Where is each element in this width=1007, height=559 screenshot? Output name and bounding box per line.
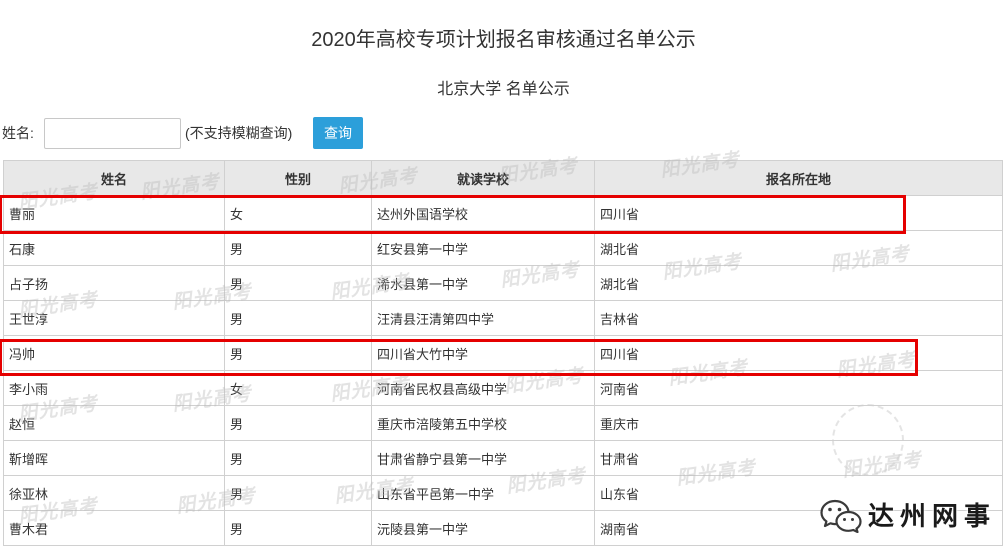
cell-name: 李小雨	[3, 370, 225, 406]
page-title: 2020年高校专项计划报名审核通过名单公示	[311, 29, 696, 51]
cell-gender: 男	[224, 405, 372, 441]
cell-school: 汪清县汪清第四中学	[371, 300, 595, 336]
cell-name: 冯帅	[3, 335, 225, 371]
cell-school: 达州外国语学校	[371, 195, 595, 231]
cell-school: 红安县第一中学	[371, 230, 595, 266]
cell-region: 四川省	[594, 335, 1003, 371]
cell-name: 靳增晖	[3, 440, 225, 476]
header-row: 姓名 性别 就读学校 报名所在地	[3, 160, 1003, 196]
search-hint: (不支持模糊查询)	[185, 125, 293, 141]
cell-region: 甘肃省	[594, 440, 1003, 476]
cell-gender: 男	[224, 300, 372, 336]
table-row: 靳增晖 男 甘肃省静宁县第一中学 甘肃省	[3, 440, 1003, 476]
search-button[interactable]: 查询	[313, 117, 363, 149]
cell-region: 吉林省	[594, 300, 1003, 336]
table-row: 冯帅 男 四川省大竹中学 四川省	[3, 335, 1003, 371]
cell-gender: 男	[224, 440, 372, 476]
cell-region: 重庆市	[594, 405, 1003, 441]
cell-name: 曹木君	[3, 510, 225, 546]
cell-name: 赵恒	[3, 405, 225, 441]
table-body: 曹丽 女 达州外国语学校 四川省 石康 男 红安县第一中学 湖北省 占子扬 男 …	[3, 195, 1003, 546]
cell-school: 山东省平邑第一中学	[371, 475, 595, 511]
cell-name: 占子扬	[3, 265, 225, 301]
cell-gender: 女	[224, 370, 372, 406]
table-row: 李小雨 女 河南省民权县高级中学 河南省	[3, 370, 1003, 406]
cell-school: 四川省大竹中学	[371, 335, 595, 371]
cell-gender: 男	[224, 265, 372, 301]
cell-name: 王世淳	[3, 300, 225, 336]
cell-region: 四川省	[594, 195, 1003, 231]
roster-table: 姓名 性别 就读学校 报名所在地 曹丽 女 达州外国语学校 四川省 石康 男 红…	[3, 160, 1003, 546]
cell-gender: 男	[224, 475, 372, 511]
account-name: 达州网事	[868, 501, 997, 531]
cell-school: 河南省民权县高级中学	[371, 370, 595, 406]
cell-gender: 男	[224, 335, 372, 371]
table-row: 王世淳 男 汪清县汪清第四中学 吉林省	[3, 300, 1003, 336]
table-header: 姓名 性别 就读学校 报名所在地	[3, 160, 1003, 196]
page-subtitle: 北京大学 名单公示	[437, 81, 570, 98]
table-row: 赵恒 男 重庆市涪陵第五中学校 重庆市	[3, 405, 1003, 441]
cell-region: 湖北省	[594, 230, 1003, 266]
cell-gender: 女	[224, 195, 372, 231]
cell-name: 徐亚林	[3, 475, 225, 511]
cell-school: 重庆市涪陵第五中学校	[371, 405, 595, 441]
name-search-input[interactable]	[44, 118, 181, 149]
cell-gender: 男	[224, 230, 372, 266]
cell-school: 甘肃省静宁县第一中学	[371, 440, 595, 476]
cell-name: 曹丽	[3, 195, 225, 231]
cell-name: 石康	[3, 230, 225, 266]
name-label: 姓名:	[2, 125, 34, 141]
cell-region: 河南省	[594, 370, 1003, 406]
cell-gender: 男	[224, 510, 372, 546]
table-row: 曹丽 女 达州外国语学校 四川省	[3, 195, 1003, 231]
cell-school: 浠水县第一中学	[371, 265, 595, 301]
header-gender: 性别	[224, 160, 372, 196]
table-row: 石康 男 红安县第一中学 湖北省	[3, 230, 1003, 266]
header-region: 报名所在地	[594, 160, 1003, 196]
table-row: 占子扬 男 浠水县第一中学 湖北省	[3, 265, 1003, 301]
wechat-icon	[820, 499, 862, 534]
cell-region: 湖北省	[594, 265, 1003, 301]
header-name: 姓名	[3, 160, 225, 196]
cell-school: 沅陵县第一中学	[371, 510, 595, 546]
header-school: 就读学校	[371, 160, 595, 196]
